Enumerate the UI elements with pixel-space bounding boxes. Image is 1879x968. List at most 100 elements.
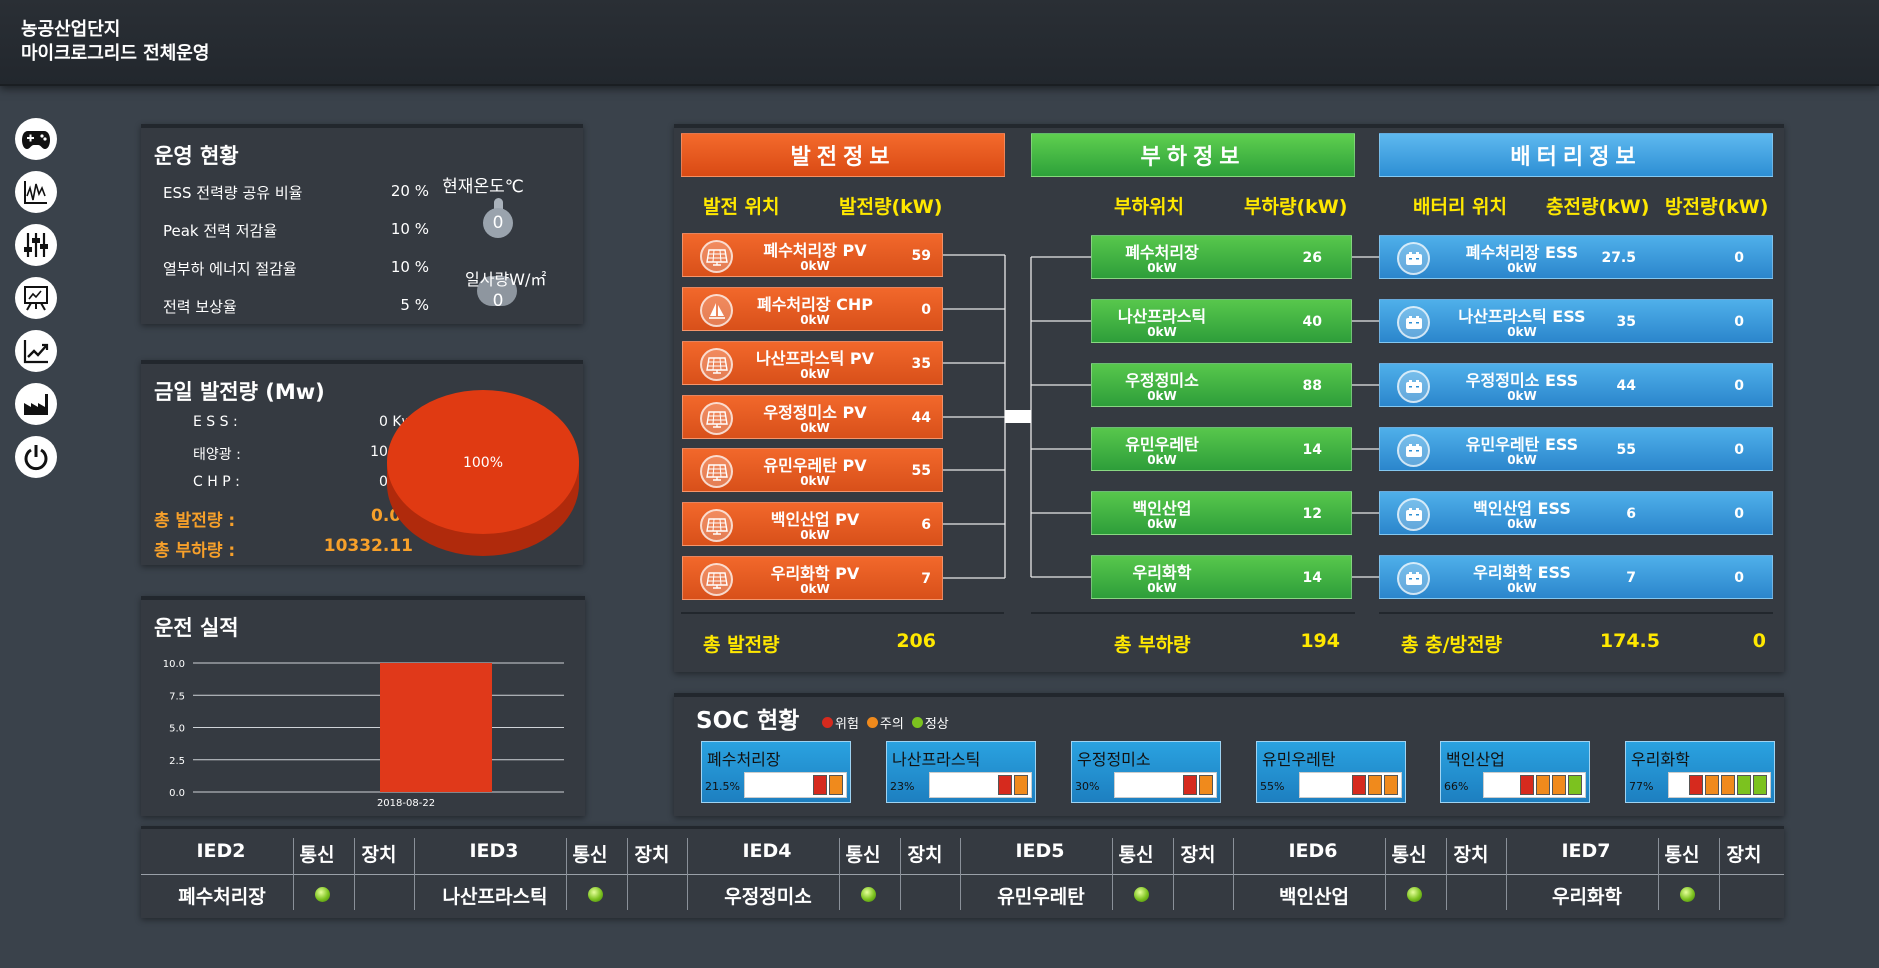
load-col-amount: 부하량(kW) <box>1244 196 1348 218</box>
generation-value: 35 <box>911 356 931 372</box>
battery-card[interactable]: 유민우레탄 ESS 0kW 55 0 <box>1379 427 1773 471</box>
y-tick-label: 2.5 <box>169 756 185 767</box>
daily-generation-panel: 금일 발전량 (Mw) E S S : 0 Kw 태양광 : 10 Kw C H… <box>141 360 583 565</box>
column-divider <box>1173 838 1174 910</box>
presentation-board-icon[interactable] <box>15 277 57 319</box>
soc-segment <box>1352 775 1366 795</box>
column-divider <box>1719 838 1720 910</box>
battery-discharge-value: 0 <box>1734 570 1744 586</box>
soc-card[interactable]: 유민우레탄 55% <box>1256 741 1406 803</box>
factory-icon[interactable] <box>15 383 57 425</box>
battery-card[interactable]: 우리화학 ESS 0kW 7 0 <box>1379 555 1773 599</box>
operation-row: 열부하 에너지 절감율 10 % <box>163 258 429 278</box>
generation-card[interactable]: 폐수처리장 CHP 0kW 0 <box>682 287 943 331</box>
load-card[interactable]: 나산프라스틱 0kW 40 <box>1091 299 1352 343</box>
battery-discharge-value: 0 <box>1734 506 1744 522</box>
column-divider <box>1446 838 1447 910</box>
load-card[interactable]: 우정정미소 0kW 88 <box>1091 363 1352 407</box>
load-card[interactable]: 백인산업 0kW 12 <box>1091 491 1352 535</box>
solar-panel-icon <box>700 509 733 542</box>
load-name: 유민우레탄 <box>1125 435 1199 454</box>
operation-status-panel: 운영 현황 ESS 전력량 공유 비율 20 % Peak 전력 저감율 10 % … <box>141 124 583 324</box>
generation-name: 유민우레탄 PV <box>763 456 867 475</box>
device-label: 장치 <box>907 844 943 866</box>
generation-name: 우정정미소 PV <box>763 403 867 422</box>
operation-row: 전력 보상율 5 % <box>163 296 429 316</box>
green-dot-icon <box>911 717 923 728</box>
gamepad-icon[interactable] <box>15 118 57 160</box>
load-value: 26 <box>1302 250 1322 266</box>
solar-panel-icon <box>700 455 733 488</box>
soc-battery-gauge <box>744 772 847 798</box>
divider <box>681 612 1004 614</box>
battery-charge-value: 35 <box>1616 314 1636 330</box>
generation-sub-value: 0kW <box>800 528 830 542</box>
battery-card[interactable]: 백인산업 ESS 0kW 6 0 <box>1379 491 1773 535</box>
soc-card[interactable]: 폐수처리장 21.5% <box>701 741 851 803</box>
ied-id: IED2 <box>196 840 246 862</box>
soc-percent: 21.5% <box>705 780 740 793</box>
generation-card[interactable]: 폐수처리장 PV 0kW 59 <box>682 233 943 277</box>
sailboat-icon <box>700 294 733 327</box>
generation-card[interactable]: 유민우레탄 PV 0kW 55 <box>682 448 943 492</box>
load-card[interactable]: 폐수처리장 0kW 26 <box>1091 235 1352 279</box>
status-led-icon <box>1680 887 1695 902</box>
battery-icon <box>1397 434 1430 467</box>
column-divider <box>354 838 355 910</box>
status-led-icon <box>315 887 330 902</box>
gen-total-value: 206 <box>896 630 936 652</box>
soc-title: SOC 현황 <box>696 708 800 734</box>
battery-header: 배터리정보 <box>1379 133 1773 177</box>
generation-card[interactable]: 백인산업 PV 0kW 6 <box>682 502 943 546</box>
load-sub-value: 0kW <box>1147 517 1177 531</box>
load-sub-value: 0kW <box>1147 453 1177 467</box>
column-divider <box>414 838 415 910</box>
load-total-value: 194 <box>1300 630 1340 652</box>
load-name: 폐수처리장 <box>1125 243 1199 262</box>
gen-col-amount: 발전량(kW) <box>839 196 943 218</box>
pie-label: 100% <box>463 455 503 471</box>
soc-segment <box>1721 775 1735 795</box>
generation-name: 폐수처리장 CHP <box>756 295 874 314</box>
sliders-icon[interactable] <box>15 224 57 266</box>
battery-card[interactable]: 폐수처리장 ESS 0kW 27.5 0 <box>1379 235 1773 279</box>
load-card[interactable]: 유민우레탄 0kW 14 <box>1091 427 1352 471</box>
soc-percent: 66% <box>1444 780 1469 793</box>
soc-card[interactable]: 우리화학 77% <box>1625 741 1775 803</box>
battery-card[interactable]: 우정정미소 ESS 0kW 44 0 <box>1379 363 1773 407</box>
load-value: 12 <box>1302 506 1322 522</box>
generation-value: 0 <box>921 302 931 318</box>
generation-card[interactable]: 우정정미소 PV 0kW 44 <box>682 395 943 439</box>
generation-value: 55 <box>911 463 931 479</box>
gen-total-label: 총 발전량 <box>703 634 780 656</box>
ied-id: IED3 <box>469 840 519 862</box>
gen-col-location: 발전 위치 <box>703 196 780 218</box>
ied-site: 우리화학 <box>1552 886 1622 908</box>
battery-card[interactable]: 나산프라스틱 ESS 0kW 35 0 <box>1379 299 1773 343</box>
load-card[interactable]: 우리화학 0kW 14 <box>1091 555 1352 599</box>
bar <box>380 663 492 792</box>
soc-percent: 55% <box>1260 780 1285 793</box>
generation-sub-value: 0kW <box>800 421 830 435</box>
line-chart-icon[interactable] <box>15 330 57 372</box>
generation-card[interactable]: 우리화학 PV 0kW 7 <box>682 556 943 600</box>
ied-id: IED6 <box>1288 840 1338 862</box>
generation-value: 59 <box>911 248 931 264</box>
y-tick-label: 7.5 <box>169 691 185 702</box>
soc-name: 우정정미소 <box>1077 750 1151 769</box>
column-divider <box>1506 838 1507 910</box>
soc-card[interactable]: 나산프라스틱 23% <box>886 741 1036 803</box>
soc-card[interactable]: 우정정미소 30% <box>1071 741 1221 803</box>
power-icon[interactable] <box>15 436 57 478</box>
generation-name: 백인산업 PV <box>770 510 860 529</box>
solar-label: 태양광 : <box>193 447 241 463</box>
ied-site: 우정정미소 <box>724 886 812 908</box>
soc-card[interactable]: 백인산업 66% <box>1440 741 1590 803</box>
solar-radiation-value: 0 <box>492 291 504 311</box>
battery-discharge-value: 0 <box>1734 314 1744 330</box>
waveform-chart-icon[interactable] <box>15 171 57 213</box>
generation-card[interactable]: 나산프라스틱 PV 0kW 35 <box>682 341 943 385</box>
battery-icon <box>1397 242 1430 275</box>
comm-label: 통신 <box>1118 844 1154 866</box>
soc-segment <box>813 775 827 795</box>
